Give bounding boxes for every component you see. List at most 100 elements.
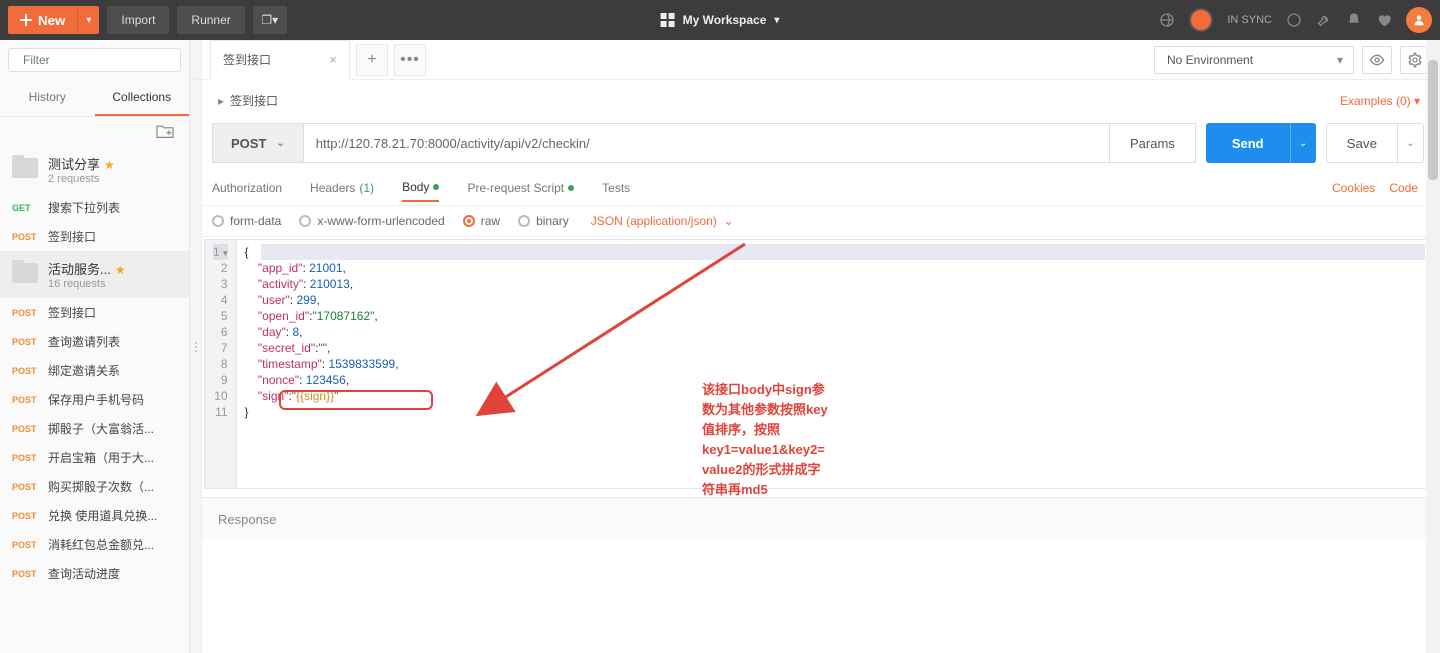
method-badge: POST: [12, 540, 40, 550]
request-item[interactable]: POST 保存用户手机号码: [0, 385, 189, 414]
new-dropdown[interactable]: ▾: [77, 6, 99, 34]
tab-prerequest[interactable]: Pre-request Script: [467, 175, 574, 201]
request-tabbar: 签到接口 × + ••• No Environment: [190, 40, 1440, 80]
cookies-link[interactable]: Cookies: [1332, 181, 1375, 195]
close-icon[interactable]: ×: [329, 52, 337, 67]
request-item[interactable]: POST 消耗红包总金额兑...: [0, 530, 189, 559]
request-tab[interactable]: 签到接口 ×: [210, 40, 350, 80]
request-item[interactable]: POST 查询活动进度: [0, 559, 189, 588]
annotation-highlight-box: [279, 390, 433, 410]
modified-dot-icon: [568, 185, 574, 191]
request-name: 查询活动进度: [48, 565, 120, 582]
request-name: 绑定邀请关系: [48, 362, 120, 379]
method-badge: POST: [12, 453, 40, 463]
request-name: 搜索下拉列表: [48, 199, 120, 216]
workspace-switcher[interactable]: My Workspace ▾: [661, 13, 780, 27]
star-icon: ★: [115, 263, 126, 277]
runner-button[interactable]: Runner: [177, 6, 244, 34]
tab-tests[interactable]: Tests: [602, 175, 630, 201]
request-name: 兑换 使用道具兑换...: [48, 507, 157, 524]
request-name: 消耗红包总金额兑...: [48, 536, 154, 553]
request-item[interactable]: POST签到接口: [0, 298, 189, 327]
request-item[interactable]: POST 兑换 使用道具兑换...: [0, 501, 189, 530]
contenttype-select[interactable]: JSON (application/json) ⌄: [591, 214, 734, 228]
collection-name: 测试分享: [48, 157, 100, 172]
collection-name: 活动服务...: [48, 262, 111, 277]
bodytype-binary[interactable]: binary: [518, 214, 569, 228]
method-badge: POST: [12, 337, 40, 347]
collection-item[interactable]: 活动服务...★ 16 requests: [0, 251, 189, 298]
settings-wrench-icon[interactable]: [1316, 12, 1332, 28]
request-name: 购买掷骰子次数（...: [48, 478, 154, 495]
response-section-header[interactable]: Response: [198, 497, 1432, 541]
bodytype-raw[interactable]: raw: [463, 214, 500, 228]
plus-icon: [20, 14, 32, 26]
method-select[interactable]: POST⌄: [212, 123, 304, 163]
import-button[interactable]: Import: [107, 6, 169, 34]
add-tab-button[interactable]: +: [356, 44, 388, 76]
request-item[interactable]: GET 搜索下拉列表: [0, 193, 189, 222]
editor-code[interactable]: { "app_id": 21001, "activity": 210013, "…: [237, 240, 407, 488]
notifications-icon[interactable]: [1346, 12, 1362, 28]
folder-icon: [12, 263, 38, 283]
workspace-icon: [661, 13, 675, 27]
annotation-text: 该接口body中sign参 数为其他参数按照key 值排序，按照 key1=va…: [702, 380, 828, 500]
examples-link[interactable]: Examples (0) ▾: [1340, 94, 1420, 108]
tab-more-button[interactable]: •••: [394, 44, 426, 76]
request-name: 掷骰子（大富翁活...: [48, 420, 154, 437]
code-link[interactable]: Code: [1389, 181, 1418, 195]
tab-collections[interactable]: Collections: [95, 80, 190, 116]
scrollbar-thumb[interactable]: [1428, 60, 1438, 180]
method-badge: POST: [12, 569, 40, 579]
tab-body[interactable]: Body: [402, 174, 439, 202]
new-collection-icon[interactable]: [0, 117, 189, 146]
request-item[interactable]: POST绑定邀请关系: [0, 356, 189, 385]
bodytype-formdata[interactable]: form-data: [212, 214, 281, 228]
main-panel: 签到接口 × + ••• No Environment ▸ 签到接口 Examp…: [190, 40, 1440, 653]
sidebar-resize-handle[interactable]: [190, 40, 202, 653]
browse-icon[interactable]: [1286, 12, 1302, 28]
request-item[interactable]: POST开启宝箱（用于大...: [0, 443, 189, 472]
scrollbar[interactable]: [1426, 40, 1440, 653]
bodytype-urlencoded[interactable]: x-www-form-urlencoded: [299, 214, 444, 228]
method-badge: POST: [12, 511, 40, 521]
folder-icon: [12, 158, 38, 178]
request-name: 签到接口: [48, 304, 96, 321]
params-button[interactable]: Params: [1110, 123, 1196, 163]
env-quicklook-icon[interactable]: [1362, 46, 1392, 74]
collection-item[interactable]: 测试分享★ 2 requests: [0, 146, 189, 193]
user-avatar[interactable]: [1406, 7, 1432, 33]
request-name: 保存用户手机号码: [48, 391, 144, 408]
url-input[interactable]: [304, 123, 1110, 163]
filter-box[interactable]: [8, 48, 181, 72]
request-item[interactable]: POST 查询邀请列表: [0, 327, 189, 356]
filter-input[interactable]: [23, 53, 178, 67]
tab-headers[interactable]: Headers (1): [310, 175, 374, 201]
request-item[interactable]: POST签到接口: [0, 222, 189, 251]
request-item[interactable]: POST 掷骰子（大富翁活...: [0, 414, 189, 443]
method-badge: POST: [12, 482, 40, 492]
sync-avatar-icon: [1189, 8, 1213, 32]
new-window-button[interactable]: ❐▾: [253, 6, 287, 34]
chevron-down-icon: ⌄: [276, 138, 284, 149]
tab-authorization[interactable]: Authorization: [212, 175, 282, 201]
environment-select[interactable]: No Environment: [1154, 46, 1354, 74]
save-dropdown[interactable]: ⌄: [1398, 123, 1424, 163]
method-badge: POST: [12, 232, 40, 242]
save-button[interactable]: Save: [1326, 123, 1398, 163]
method-badge: POST: [12, 424, 40, 434]
tab-history[interactable]: History: [0, 80, 95, 116]
request-name: 查询邀请列表: [48, 333, 120, 350]
send-button[interactable]: Send: [1206, 123, 1290, 163]
sync-status: IN SYNC: [1227, 14, 1272, 26]
capture-icon[interactable]: [1159, 12, 1175, 28]
method-badge: GET: [12, 203, 40, 213]
new-button[interactable]: New: [8, 6, 77, 34]
request-item[interactable]: POST 购买掷骰子次数（...: [0, 472, 189, 501]
send-dropdown[interactable]: ⌄: [1290, 123, 1316, 163]
heart-icon[interactable]: [1376, 12, 1392, 28]
method-badge: POST: [12, 395, 40, 405]
request-tab-label: 签到接口: [223, 51, 271, 68]
breadcrumb-caret-icon[interactable]: ▸: [218, 94, 224, 108]
modified-dot-icon: [433, 184, 439, 190]
